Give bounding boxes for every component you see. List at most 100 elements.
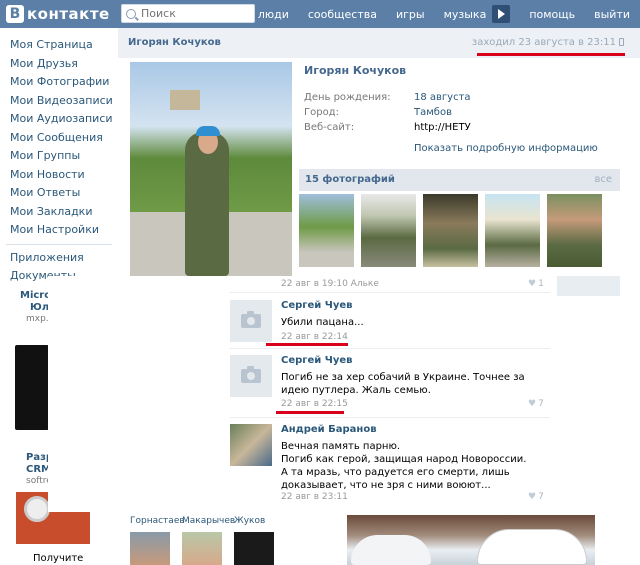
right-strip: [557, 276, 620, 296]
friend-avatar[interactable]: [182, 532, 222, 565]
sidebar-item-answers[interactable]: Мои Ответы: [0, 184, 118, 203]
info-key: День рождения:: [304, 92, 391, 103]
comment-author-photo[interactable]: [230, 424, 272, 466]
comment-author[interactable]: Сергей Чуев: [281, 300, 352, 311]
heart-icon: ♥: [528, 492, 537, 502]
friend-name[interactable]: Макарычев: [182, 516, 235, 526]
sidebar-item-videos[interactable]: Мои Видеозаписи: [0, 92, 118, 111]
sidebar-item-messages[interactable]: Мои Сообщения: [0, 129, 118, 148]
info-key: Город:: [304, 107, 339, 118]
comment-author[interactable]: Андрей Баранов: [281, 424, 377, 435]
top-header: В контакте люди сообщества игры музыка п…: [0, 0, 640, 28]
highlight-underline-lastseen: [477, 53, 625, 56]
car-image: [477, 529, 587, 565]
info-value-website[interactable]: http://НЕТУ: [414, 120, 471, 135]
info-row-birthday: День рождения: 18 августа: [304, 90, 604, 105]
avatar-beret: [196, 126, 220, 136]
nav-music[interactable]: музыка: [444, 8, 487, 21]
sidebar-item-groups[interactable]: Мои Группы: [0, 147, 118, 166]
car-image: [351, 535, 431, 565]
friend-avatar[interactable]: [234, 532, 274, 565]
ad-cta[interactable]: Получите: [33, 553, 83, 564]
search-box[interactable]: [121, 4, 255, 23]
nav-logout[interactable]: выйти: [594, 8, 630, 21]
logo-letter: В: [6, 5, 24, 23]
comment-avatar-placeholder[interactable]: [230, 355, 272, 397]
friend-name[interactable]: Жуков: [234, 516, 286, 526]
search-input[interactable]: [141, 7, 241, 20]
photo-thumbnails: [299, 194, 609, 267]
sidebar-item-my-page[interactable]: Моя Страница: [0, 36, 118, 55]
nav-communities[interactable]: сообщества: [308, 8, 377, 21]
sidebar-item-apps[interactable]: Приложения: [0, 249, 118, 268]
logo-text: контакте: [27, 5, 110, 23]
sidebar-item-news[interactable]: Мои Новости: [0, 166, 118, 185]
header-profile-name[interactable]: Игорян Кочуков: [128, 37, 221, 48]
comment-author[interactable]: Сергей Чуев: [281, 355, 352, 366]
highlight-underline-comment2: [276, 411, 344, 414]
camera-icon: [241, 366, 261, 383]
nav-help[interactable]: помощь: [529, 8, 575, 21]
friend-pics: [130, 532, 290, 565]
info-row-city: Город: Тамбов: [304, 105, 604, 120]
info-key: Веб-сайт:: [304, 122, 355, 133]
friends-block: Горнастаев Макарычев Жуков: [130, 516, 290, 565]
comment-separator: [230, 348, 550, 349]
sidebar-divider: [6, 243, 112, 245]
friend-names: Горнастаев Макарычев Жуков: [130, 516, 290, 526]
nav-people[interactable]: люди: [258, 8, 289, 21]
comment-like[interactable]: ♥ 7: [528, 492, 544, 502]
heart-icon: ♥: [528, 279, 537, 289]
comment-separator: [230, 292, 550, 293]
profile-avatar[interactable]: [130, 62, 292, 276]
show-more-info-link[interactable]: Показать подробную информацию: [414, 143, 598, 154]
photo-thumb[interactable]: [361, 194, 416, 267]
photo-thumb[interactable]: [547, 194, 602, 267]
photo-thumb[interactable]: [299, 194, 354, 267]
sidebar-item-settings[interactable]: Мои Настройки: [0, 221, 118, 240]
camera-icon: [241, 311, 261, 328]
comment-item: Андрей Баранов Вечная память парню. Поги…: [230, 424, 550, 504]
top-nav: люди сообщества игры музыка помощь выйти: [239, 0, 630, 28]
info-value-city[interactable]: Тамбов: [414, 105, 452, 120]
sidebar-item-photos[interactable]: Мои Фотографии: [0, 73, 118, 92]
mobile-icon: [619, 38, 624, 46]
comment-time[interactable]: 22 авг в 23:11: [281, 492, 348, 502]
photo-thumb[interactable]: [485, 194, 540, 267]
sidebar-item-bookmarks[interactable]: Мои Закладки: [0, 203, 118, 222]
comment-text: Убили пацана...: [281, 317, 364, 328]
post-meta[interactable]: 22 авг в 19:10 Алькe: [281, 279, 379, 289]
sidebar-item-friends[interactable]: Мои Друзья: [0, 55, 118, 74]
comment-text: Погиб не за хер собачий в Украине. Точне…: [281, 372, 525, 396]
photos-all-link[interactable]: все: [594, 174, 612, 185]
vk-logo[interactable]: В контакте: [6, 5, 110, 23]
comment-like[interactable]: ♥ 7: [528, 399, 544, 409]
comment-like-count: 7: [538, 399, 544, 409]
comment-separator: [230, 417, 550, 418]
comment-item: Сергей Чуев Погиб не за хер собачий в Ук…: [230, 355, 550, 413]
play-icon[interactable]: [492, 5, 511, 23]
photo-thumb[interactable]: [423, 194, 478, 267]
wall-photo-cars[interactable]: [347, 515, 595, 565]
info-value-birthday[interactable]: 18 августа: [414, 90, 471, 105]
ad1-image[interactable]: [15, 345, 49, 430]
comment-item: Сергей Чуев Убили пацана... 22 авг в 22:…: [230, 300, 550, 345]
comment-text: Вечная память парню. Погиб как герой, за…: [281, 441, 527, 491]
comment-time[interactable]: 22 авг в 22:14: [281, 332, 348, 342]
nav-games[interactable]: игры: [396, 8, 425, 21]
highlight-underline-comment1: [266, 343, 348, 346]
friend-name[interactable]: Горнастаев: [130, 516, 185, 526]
search-icon: [126, 8, 136, 19]
post-like-count: 1: [538, 279, 544, 289]
info-row-website: Веб-сайт: http://НЕТУ: [304, 120, 604, 135]
comment-avatar-placeholder[interactable]: [230, 300, 272, 342]
profile-info: День рождения: 18 августа Город: Тамбов …: [304, 90, 604, 135]
comment-time[interactable]: 22 авг в 22:15: [281, 399, 348, 409]
left-sidebar: Моя Страница Мои Друзья Мои Фотографии М…: [0, 28, 118, 286]
post-like[interactable]: ♥ 1: [528, 279, 544, 289]
sidebar-item-audio[interactable]: Мои Аудиозаписи: [0, 110, 118, 129]
photos-header[interactable]: 15 фотографий все: [299, 169, 620, 191]
photos-count[interactable]: 15 фотографий: [305, 174, 395, 185]
avatar-building: [170, 90, 200, 110]
friend-avatar[interactable]: [130, 532, 170, 565]
